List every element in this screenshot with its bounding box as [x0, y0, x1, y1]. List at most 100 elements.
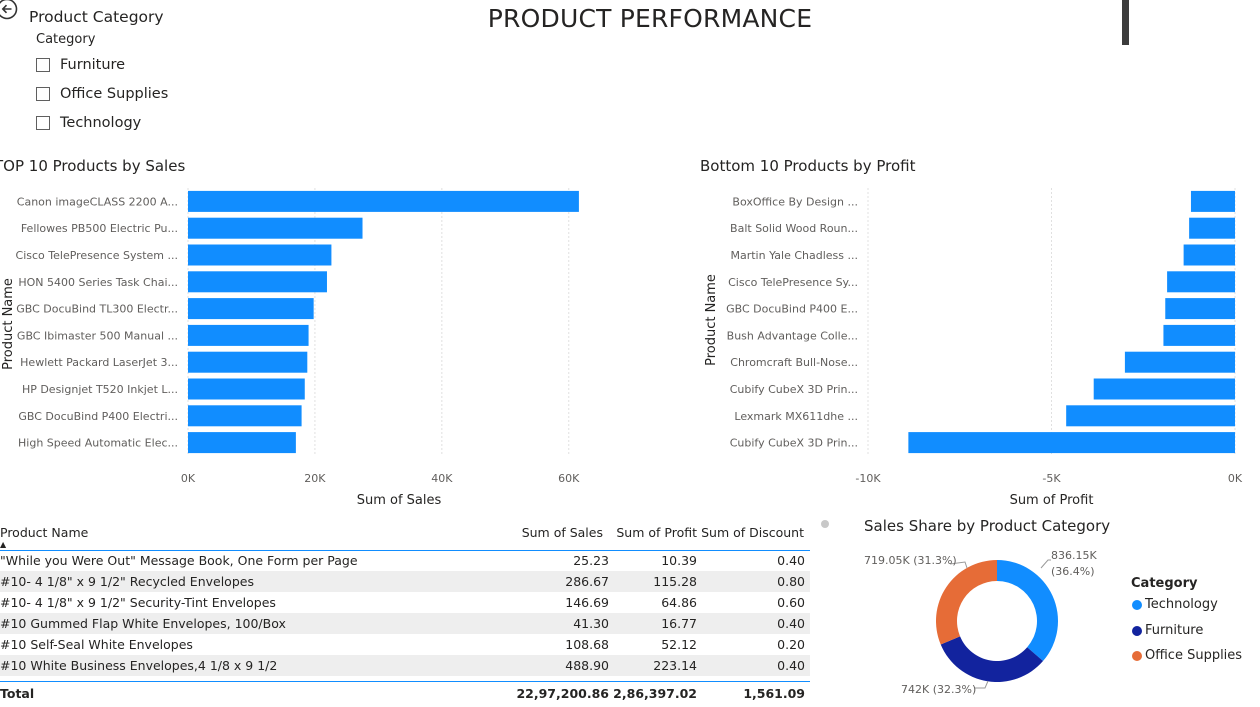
slice-label: 742K (32.3%)	[901, 683, 976, 696]
x-tick-label: 20K	[304, 472, 326, 485]
table-header: Product Name ▲ Sum of Sales Sum of Profi…	[0, 520, 810, 551]
table-row[interactable]: "While you Were Out" Message Book, One F…	[0, 550, 810, 571]
cell-discount: 0.40	[777, 553, 805, 568]
bar	[188, 298, 314, 320]
column-header-product-name[interactable]: Product Name	[0, 525, 88, 540]
y-tick-label: GBC DocuBind TL300 Electr...	[16, 303, 178, 316]
bar	[1124, 351, 1235, 373]
y-tick-label: Cubify CubeX 3D Prin...	[730, 437, 858, 450]
table-row[interactable]: #10- 4 1/8" x 9 1/2" Security-Tint Envel…	[0, 592, 810, 613]
cell-product-name: #10 Self-Seal White Envelopes	[0, 637, 193, 652]
y-tick-label: HON 5400 Series Task Chai...	[18, 276, 178, 289]
cell-profit: 16.77	[661, 616, 697, 631]
legend-title: Category	[1131, 576, 1198, 591]
legend-item-office-supplies[interactable]: Office Supplies	[1132, 648, 1242, 663]
slice-label: 719.05K (31.3%)	[864, 554, 957, 567]
cell-profit: 10.39	[661, 553, 697, 568]
column-header-discount[interactable]: Sum of Discount	[701, 525, 804, 540]
y-tick-label: GBC Ibimaster 500 Manual ...	[17, 329, 178, 342]
cell-discount: 0.40	[777, 616, 805, 631]
legend-item-technology[interactable]: Technology	[1132, 597, 1218, 612]
resize-handle[interactable]	[821, 520, 829, 528]
column-header-sales[interactable]: Sum of Sales	[522, 525, 603, 540]
bar	[188, 244, 332, 266]
cell-product-name: #10 White Business Envelopes,4 1/8 x 9 1…	[0, 658, 278, 673]
x-tick-label: 40K	[431, 472, 453, 485]
bar	[1190, 190, 1235, 212]
sort-ascending-icon[interactable]: ▲	[0, 540, 6, 549]
slicer-item-office-supplies[interactable]: Office Supplies	[36, 84, 168, 104]
cell-product-name: #10- 4 1/8" x 9 1/2" Security-Tint Envel…	[0, 595, 276, 610]
bar	[188, 324, 309, 346]
bar	[1165, 298, 1235, 320]
cell-profit: 115.28	[653, 574, 697, 589]
table-row[interactable]: #10 Self-Seal White Envelopes 108.68 52.12…	[0, 634, 810, 655]
cell-sales: 488.90	[565, 658, 609, 673]
table-row[interactable]: #10- 4 1/8" x 9 1/2" Recycled Envelopes 2…	[0, 571, 810, 592]
checkbox-icon[interactable]	[36, 87, 50, 101]
x-tick-label: 60K	[558, 472, 580, 485]
bar	[188, 190, 579, 212]
legend-label: Furniture	[1145, 623, 1204, 638]
sales-share-title: Sales Share by Product Category	[864, 517, 1111, 535]
bar	[188, 271, 327, 293]
checkbox-icon[interactable]	[36, 116, 50, 130]
donut-slice	[997, 560, 1058, 662]
bottom10-profit-title: Bottom 10 Products by Profit	[700, 157, 916, 175]
total-sales: 22,97,200.86	[516, 686, 609, 701]
y-tick-label: Cisco TelePresence Sy...	[728, 276, 858, 289]
donut-slice	[936, 560, 997, 645]
checkbox-icon[interactable]	[36, 58, 50, 72]
y-axis-title: Product Name	[704, 274, 719, 366]
bar	[908, 432, 1235, 454]
y-axis-title: Product Name	[1, 278, 16, 370]
top10-sales-chart: 0K 20K 40K 60K Canon imageCLASS 2200 A... Fel…	[1, 188, 580, 508]
cell-sales: 286.67	[565, 574, 609, 589]
y-tick-label: BoxOffice By Design ...	[732, 195, 858, 208]
cell-discount: 0.60	[777, 595, 805, 610]
leader-line	[1040, 559, 1051, 569]
legend-item-furniture[interactable]: Furniture	[1132, 623, 1203, 638]
slicer-item-label: Technology	[60, 115, 142, 131]
y-tick-label: Hewlett Packard LaserJet 3...	[20, 356, 178, 369]
bar	[188, 217, 363, 239]
y-tick-label: GBC DocuBind P400 Electri...	[18, 410, 178, 423]
slicer-item-furniture[interactable]: Furniture	[36, 55, 125, 75]
column-header-profit[interactable]: Sum of Profit	[616, 525, 697, 540]
table-row[interactable]: #10 Gummed Flap White Envelopes, 100/Box…	[0, 613, 810, 634]
cell-sales: 25.23	[573, 553, 609, 568]
bar	[1183, 244, 1235, 266]
bar	[1189, 217, 1235, 239]
slice-label: (36.4%)	[1051, 565, 1095, 578]
y-tick-label: Balt Solid Wood Roun...	[730, 222, 858, 235]
page-marker-bar	[1122, 0, 1129, 45]
bar	[188, 432, 296, 454]
total-discount: 1,561.09	[743, 686, 805, 701]
total-label: Total	[0, 686, 35, 701]
x-tick-label: 0K	[1228, 472, 1243, 485]
bar	[188, 351, 308, 373]
top10-sales-title: TOP 10 Products by Sales	[0, 157, 186, 175]
cell-product-name: "While you Were Out" Message Book, One F…	[0, 553, 358, 568]
y-tick-label: Cubify CubeX 3D Prin...	[730, 383, 858, 396]
bottom10-profit-chart: -10K -5K 0K BoxOffice By Design ... Balt Sol…	[704, 188, 1243, 508]
sales-share-donut: 836.15K (36.4%) 719.05K (31.3%) 742K (32.3%…	[864, 549, 1097, 696]
x-tick-label: -10K	[855, 472, 881, 485]
cell-discount: 0.20	[777, 637, 805, 652]
slicer-item-technology[interactable]: Technology	[36, 113, 141, 133]
slicer-header: Category	[36, 32, 96, 47]
table-row[interactable]: #10 White Business Envelopes,4 1/8 x 9 1…	[0, 655, 810, 676]
bar	[1093, 378, 1235, 400]
y-tick-label: Chromcraft Bull-Nose...	[730, 356, 858, 369]
cell-product-name: #10 Gummed Flap White Envelopes, 100/Box	[0, 616, 286, 631]
y-tick-label: HP Designjet T520 Inkjet L...	[22, 383, 178, 396]
x-axis-title: Sum of Profit	[1010, 493, 1094, 508]
cell-sales: 108.68	[565, 637, 609, 652]
table-total-row: Total 22,97,200.86 2,86,397.02 1,561.09	[0, 681, 810, 707]
y-tick-label: Lexmark MX611dhe ...	[734, 410, 858, 423]
bar	[188, 405, 302, 427]
bar	[1167, 271, 1235, 293]
cell-discount: 0.80	[777, 574, 805, 589]
slicer-item-label: Office Supplies	[60, 86, 169, 102]
donut-slice	[940, 636, 1044, 682]
